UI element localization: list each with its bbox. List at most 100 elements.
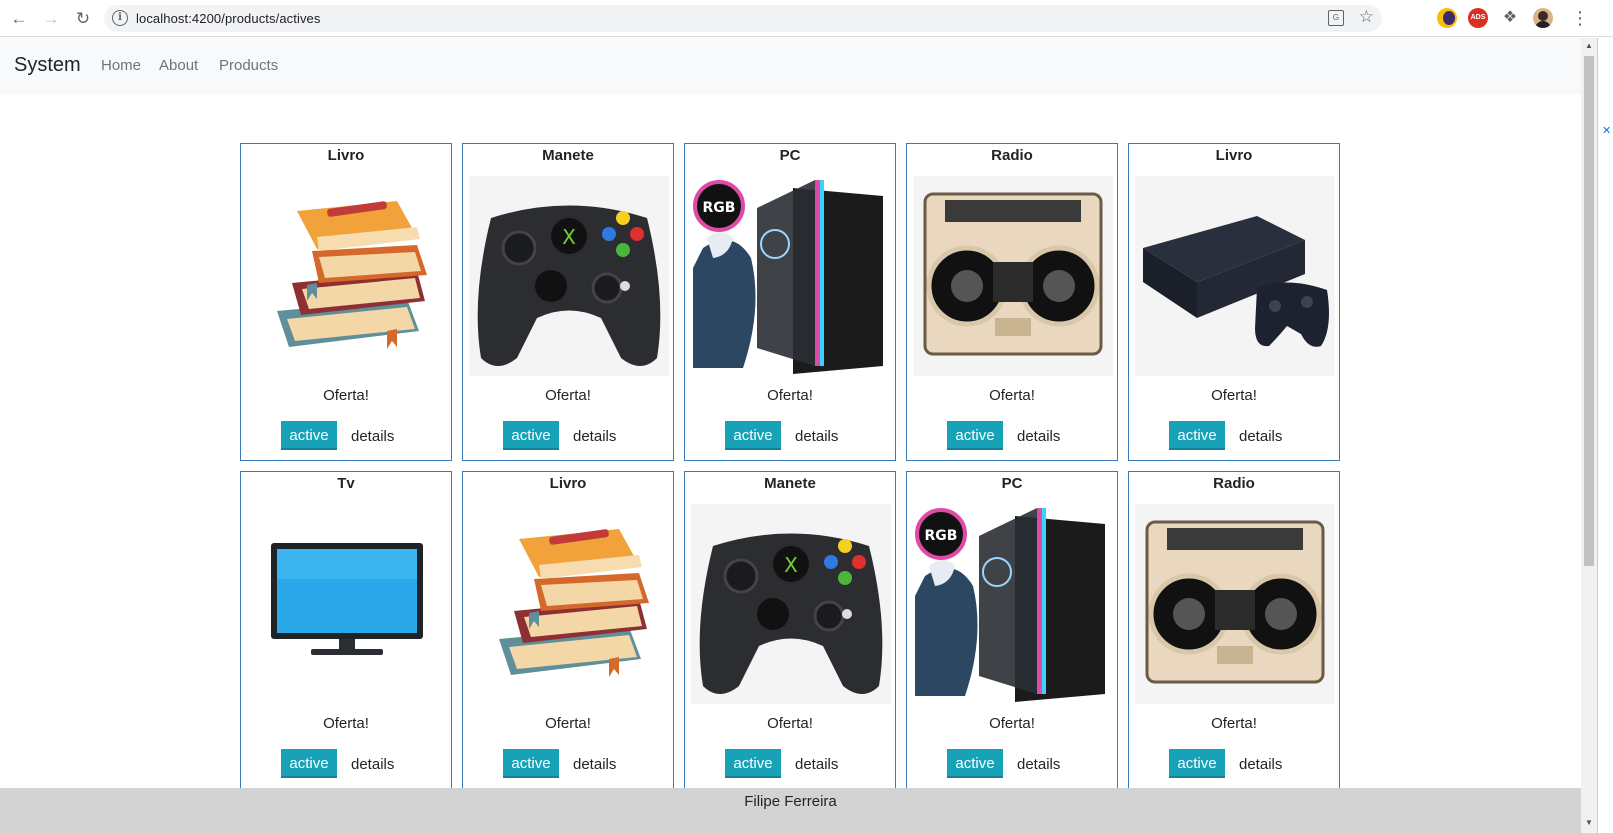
- nav-link-about[interactable]: About: [159, 57, 198, 74]
- details-link[interactable]: details: [1239, 756, 1282, 773]
- product-offer-text: Oferta!: [323, 715, 369, 732]
- active-button[interactable]: active: [725, 749, 781, 778]
- product-card: Livro Oferta! active details: [1128, 143, 1340, 461]
- forward-icon[interactable]: →: [40, 8, 62, 30]
- back-icon[interactable]: ←: [8, 8, 30, 30]
- gamepad-icon: X: [471, 178, 667, 374]
- details-link[interactable]: details: [795, 428, 838, 445]
- details-link[interactable]: details: [795, 756, 838, 773]
- details-link[interactable]: details: [351, 428, 394, 445]
- brand-link[interactable]: System: [14, 54, 81, 77]
- product-offer-text: Oferta!: [1211, 715, 1257, 732]
- product-title: PC: [1001, 475, 1023, 492]
- product-image: [247, 504, 447, 704]
- product-offer-text: Oferta!: [1211, 387, 1257, 404]
- product-card: Radio Oferta! active details: [906, 143, 1118, 461]
- product-title: Livro: [327, 147, 365, 164]
- active-button[interactable]: active: [503, 749, 559, 778]
- svg-text:RGB: RGB: [703, 200, 736, 216]
- product-image: [1135, 504, 1335, 704]
- nav-link-products[interactable]: Products: [219, 57, 278, 74]
- nav-link-home[interactable]: Home: [101, 57, 141, 74]
- profile-avatar[interactable]: [1533, 8, 1553, 28]
- product-offer-text: Oferta!: [989, 715, 1035, 732]
- product-title: Manete: [542, 147, 594, 164]
- page-scrollbar[interactable]: ▲ ▼: [1581, 38, 1597, 833]
- svg-text:X: X: [784, 553, 798, 577]
- svg-text:RGB: RGB: [925, 528, 958, 544]
- footer-text: Filipe Ferreira: [744, 793, 837, 810]
- product-offer-text: Oferta!: [767, 387, 813, 404]
- boombox-icon: [1137, 506, 1333, 702]
- bookmark-star-icon[interactable]: ☆: [1359, 7, 1374, 27]
- product-offer-text: Oferta!: [989, 387, 1035, 404]
- product-image: [1135, 176, 1335, 376]
- product-offer-text: Oferta!: [323, 387, 369, 404]
- close-icon[interactable]: ✕: [1602, 124, 1611, 137]
- gamepad-icon: X: [693, 506, 889, 702]
- details-link[interactable]: details: [1017, 756, 1060, 773]
- product-offer-text: Oferta!: [545, 715, 591, 732]
- active-button[interactable]: active: [947, 421, 1003, 450]
- url-text[interactable]: localhost:4200/products/actives: [136, 11, 320, 26]
- adblock-extension-icon[interactable]: ADS: [1468, 8, 1488, 28]
- browser-toolbar: ← → ↻ i localhost:4200/products/actives …: [0, 0, 1613, 37]
- reload-icon[interactable]: ↻: [72, 8, 94, 30]
- dark-mode-extension-icon[interactable]: [1437, 8, 1457, 28]
- product-image: X: [469, 176, 669, 376]
- product-card: Tv Oferta! active details: [240, 471, 452, 789]
- product-title: Manete: [764, 475, 816, 492]
- translate-icon[interactable]: G: [1328, 10, 1344, 26]
- product-title: Livro: [549, 475, 587, 492]
- product-card: PC RGB Oferta! active details: [906, 471, 1118, 789]
- boombox-icon: [915, 178, 1111, 374]
- product-card: Radio Oferta! active details: [1128, 471, 1340, 789]
- active-button[interactable]: active: [1169, 421, 1225, 450]
- product-offer-text: Oferta!: [545, 387, 591, 404]
- pc-tower-icon: RGB: [693, 178, 889, 374]
- active-button[interactable]: active: [281, 421, 337, 450]
- product-card: PC RGB Oferta! active details: [684, 143, 896, 461]
- console-icon: [1137, 178, 1333, 374]
- footer: Filipe Ferreira: [0, 788, 1581, 833]
- svg-text:X: X: [562, 225, 576, 249]
- product-card: Manete X Oferta! active details: [462, 143, 674, 461]
- details-link[interactable]: details: [573, 756, 616, 773]
- product-title: Livro: [1215, 147, 1253, 164]
- details-link[interactable]: details: [573, 428, 616, 445]
- product-image: RGB: [913, 504, 1113, 704]
- product-grid: Livro Oferta! active details Manete X Of…: [240, 143, 1342, 789]
- product-title: Radio: [1213, 475, 1255, 492]
- site-info-icon[interactable]: i: [112, 10, 128, 26]
- scroll-down-icon[interactable]: ▼: [1584, 818, 1594, 828]
- scroll-up-icon[interactable]: ▲: [1584, 41, 1594, 51]
- scroll-thumb[interactable]: [1584, 56, 1594, 566]
- product-offer-text: Oferta!: [767, 715, 813, 732]
- active-button[interactable]: active: [725, 421, 781, 450]
- active-button[interactable]: active: [1169, 749, 1225, 778]
- product-image: [469, 504, 669, 704]
- product-image: X: [691, 504, 891, 704]
- navbar: System Home About Products: [0, 38, 1581, 94]
- product-title: PC: [779, 147, 801, 164]
- active-button[interactable]: active: [947, 749, 1003, 778]
- details-link[interactable]: details: [1239, 428, 1282, 445]
- tv-icon: [267, 539, 427, 669]
- browser-menu-icon[interactable]: ⋮: [1571, 6, 1589, 30]
- pc-tower-icon: RGB: [915, 506, 1111, 702]
- product-image: RGB: [691, 176, 891, 376]
- product-card: Livro Oferta! active details: [240, 143, 452, 461]
- product-image: [913, 176, 1113, 376]
- product-title: Radio: [991, 147, 1033, 164]
- address-bar[interactable]: i localhost:4200/products/actives G ☆: [104, 5, 1382, 32]
- details-link[interactable]: details: [1017, 428, 1060, 445]
- details-link[interactable]: details: [351, 756, 394, 773]
- product-title: Tv: [337, 475, 355, 492]
- product-card: Livro Oferta! active details: [462, 471, 674, 789]
- product-card: Manete X Oferta! active details: [684, 471, 896, 789]
- devtools-panel-edge: ✕: [1597, 38, 1613, 833]
- active-button[interactable]: active: [281, 749, 337, 778]
- active-button[interactable]: active: [503, 421, 559, 450]
- extensions-puzzle-icon[interactable]: ❖: [1500, 8, 1520, 28]
- books-icon: [479, 519, 659, 689]
